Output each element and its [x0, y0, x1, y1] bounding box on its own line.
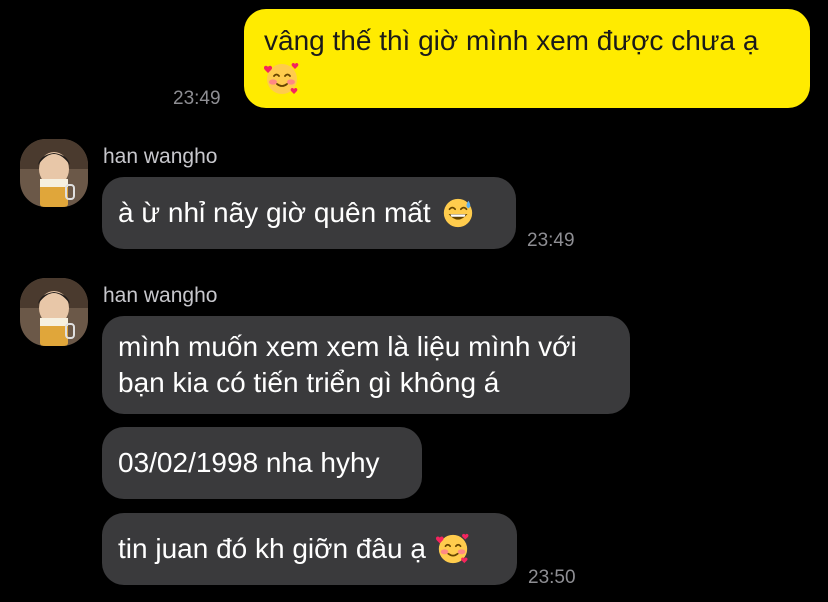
message-timestamp: 23:49	[527, 230, 575, 251]
incoming-message-bubble[interactable]: à ừ nhỉ nãy giờ quên mất	[102, 177, 516, 249]
sender-name: han wangho	[103, 145, 218, 168]
smiling-face-with-hearts-icon	[264, 61, 300, 97]
message-timestamp: 23:50	[528, 567, 576, 588]
outgoing-message-bubble[interactable]: vâng thế thì giờ mình xem được chưa ạ	[244, 9, 810, 108]
message-text: 03/02/1998 nha hyhy	[118, 447, 380, 478]
incoming-message-bubble[interactable]: tin juan đó kh giỡn đâu ạ	[102, 513, 517, 585]
incoming-message-bubble[interactable]: mình muốn xem xem là liệu mình với bạn k…	[102, 316, 630, 414]
message-text-line-2: bạn kia có tiến triển gì không á	[118, 367, 500, 398]
avatar[interactable]	[20, 278, 88, 346]
grinning-face-with-sweat-icon	[441, 196, 475, 230]
message-text: vâng thế thì giờ mình xem được chưa ạ	[264, 25, 759, 56]
message-timestamp: 23:49	[173, 88, 221, 109]
message-text: à ừ nhỉ nãy giờ quên mất	[118, 197, 431, 228]
message-text: tin juan đó kh giỡn đâu ạ	[118, 533, 426, 564]
sender-name: han wangho	[103, 284, 218, 307]
incoming-message-bubble[interactable]: 03/02/1998 nha hyhy	[102, 427, 422, 499]
avatar[interactable]	[20, 139, 88, 207]
message-text-line-1: mình muốn xem xem là liệu mình với	[118, 331, 577, 362]
smiling-face-with-hearts-icon	[436, 532, 470, 566]
